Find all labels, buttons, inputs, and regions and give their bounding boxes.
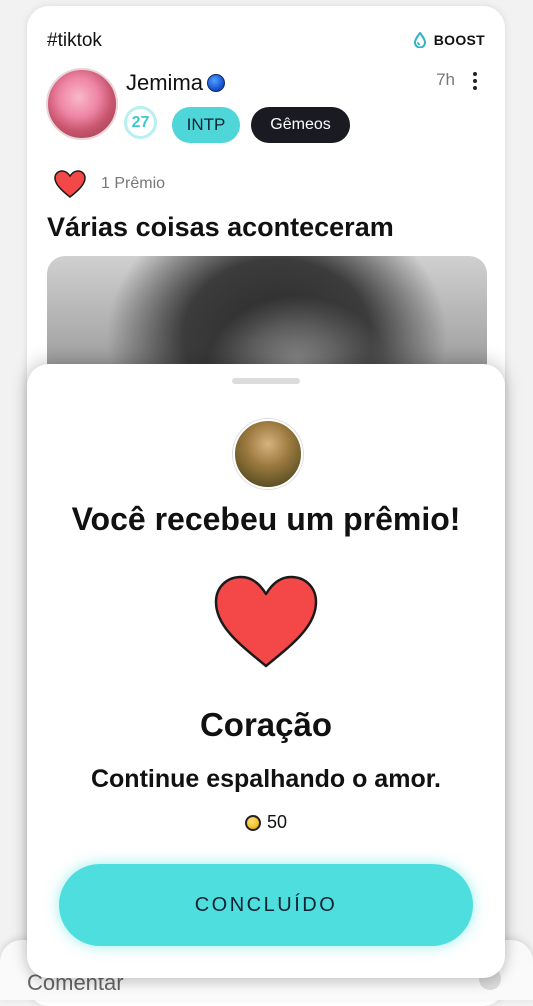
age-badge: 27 (124, 106, 157, 139)
personality-badge[interactable]: INTP (172, 107, 240, 143)
sheet-title: Você recebeu um prêmio! (71, 501, 461, 537)
boost-label: BOOST (433, 32, 485, 48)
coin-icon (244, 814, 261, 831)
post-time: 7h (436, 70, 455, 89)
username[interactable]: Jemima (126, 70, 226, 96)
post-hashtag[interactable]: #tiktok (47, 30, 102, 52)
award-cost-value: 50 (266, 812, 288, 832)
award-name: Coração (199, 706, 333, 743)
prize-count[interactable]: 1 Prêmio (101, 175, 165, 193)
done-button[interactable]: CONCLUÍDO (59, 864, 473, 946)
award-sheet: Você recebeu um prêmio! Coração Continue… (27, 364, 505, 978)
award-message: Continue espalhando o amor. (90, 765, 442, 793)
post-title: Várias coisas aconteceram (47, 212, 394, 242)
globe-icon (207, 74, 226, 92)
award-cost: 50 (27, 812, 505, 833)
drag-handle[interactable] (232, 378, 300, 384)
boost-drop-icon (413, 32, 426, 48)
heart-icon (214, 575, 318, 668)
sender-avatar (233, 419, 303, 489)
username-label: Jemima (126, 70, 204, 95)
zodiac-badge[interactable]: Gêmeos (251, 107, 350, 143)
avatar[interactable] (46, 68, 118, 140)
heart-icon[interactable] (53, 169, 87, 199)
more-vert-icon[interactable] (473, 72, 477, 90)
boost-button[interactable]: BOOST (413, 32, 485, 48)
